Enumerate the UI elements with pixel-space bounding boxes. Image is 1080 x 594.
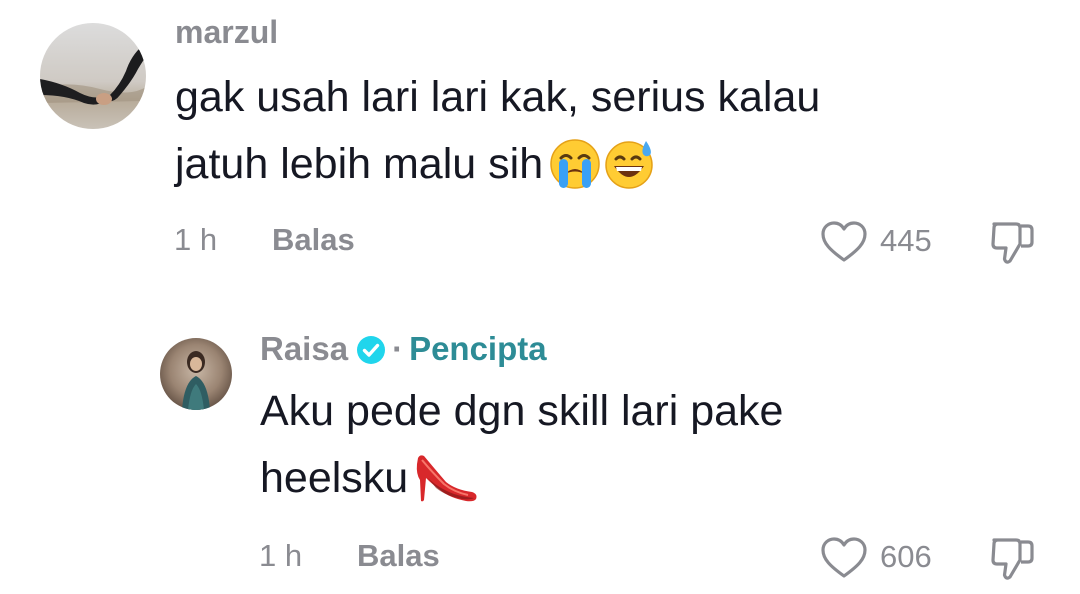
comment-text-line-with-emoji: jatuh lebih malu sih xyxy=(175,131,820,210)
comment-text-line: gak usah lari lari kak, serius kalau xyxy=(175,73,821,121)
creator-tag: Pencipta xyxy=(409,330,547,367)
comment-username[interactable]: marzul xyxy=(175,16,278,48)
reply-button[interactable]: Balas xyxy=(272,224,355,255)
loudly-crying-face-icon xyxy=(549,138,601,210)
avatar[interactable] xyxy=(40,23,146,129)
verified-badge-icon xyxy=(356,335,386,370)
dislike-icon[interactable] xyxy=(988,534,1038,589)
separator-dot: · xyxy=(392,330,404,367)
reply-button[interactable]: Balas xyxy=(357,540,440,571)
comment-text: gak usah lari lari kak, serius kalau jat… xyxy=(175,64,820,210)
comment-item: marzul gak usah lari lari kak, serius ka… xyxy=(0,0,1080,290)
like-count: 606 xyxy=(880,539,932,574)
heart-icon[interactable] xyxy=(820,536,868,585)
like-count: 445 xyxy=(880,223,932,258)
comment-text-line-with-emoji: heelsku xyxy=(260,445,783,524)
comment-text-line: jatuh lebih malu sih xyxy=(175,140,544,188)
reply-comment-item: Raisa · Pencipta Aku pede dgn skill lari … xyxy=(0,290,1080,594)
dislike-icon[interactable] xyxy=(988,218,1038,273)
heart-icon[interactable] xyxy=(820,220,868,269)
comment-text-line: heelsku xyxy=(260,454,409,502)
high-heel-shoe-icon xyxy=(414,452,480,524)
comment-text: Aku pede dgn skill lari pake heelsku xyxy=(260,378,783,524)
comment-timestamp: 1 h xyxy=(259,538,303,573)
comment-timestamp: 1 h xyxy=(174,222,218,257)
grinning-sweat-face-icon xyxy=(603,138,655,210)
comment-text-line: Aku pede dgn skill lari pake xyxy=(260,387,784,435)
creator-header: Raisa · Pencipta xyxy=(260,332,547,370)
avatar[interactable] xyxy=(160,338,232,410)
comment-username[interactable]: Raisa xyxy=(260,330,348,367)
